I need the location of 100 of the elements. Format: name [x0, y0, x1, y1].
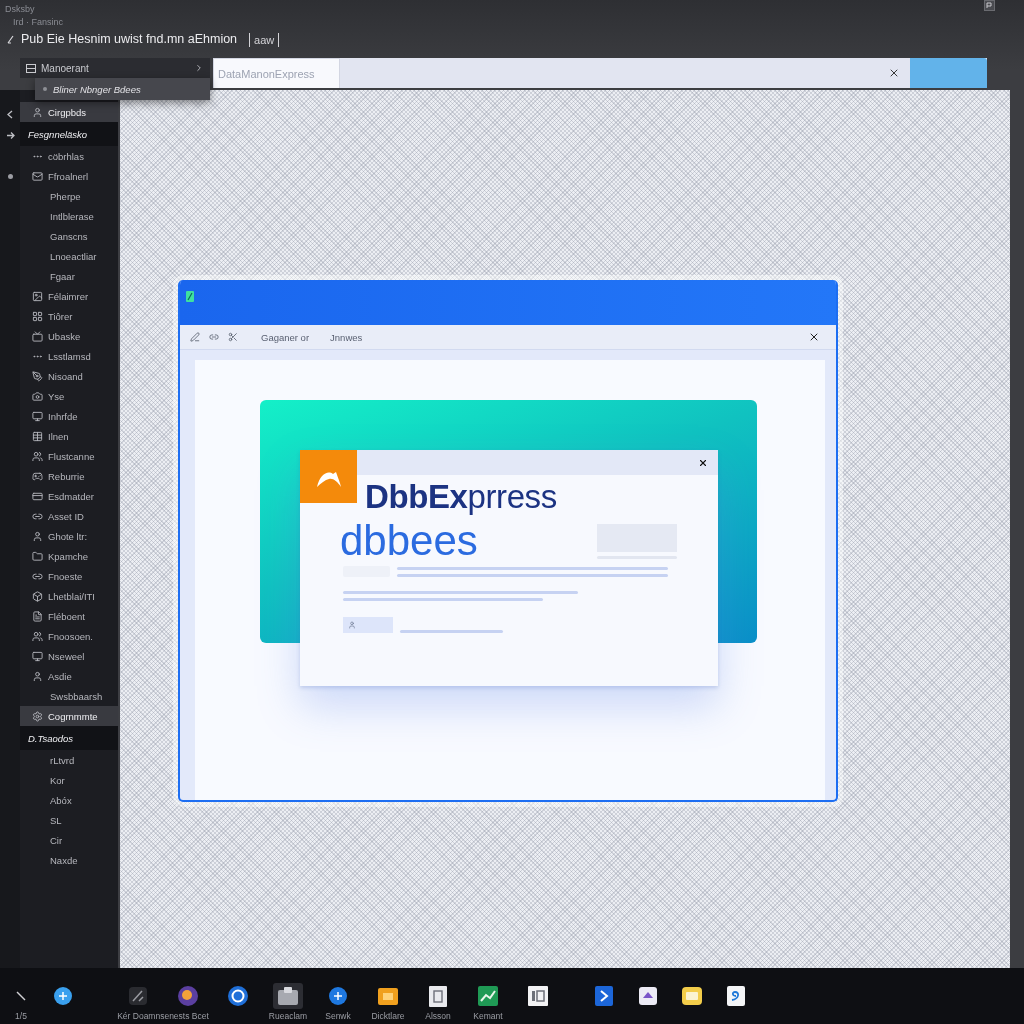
- taskbar-label: Kemant: [473, 1010, 503, 1022]
- path-text: Ird · Fansinc: [12, 17, 64, 28]
- box-icon: [32, 590, 43, 602]
- sidebar-item[interactable]: Nseweel: [20, 646, 118, 666]
- sidebar-item[interactable]: cöbrhlas: [20, 146, 118, 166]
- list-icon: [26, 63, 36, 73]
- sidebar-item[interactable]: Flustcanne: [20, 446, 118, 466]
- sidebar-item[interactable]: Ffroalnerl: [20, 166, 118, 186]
- chevron-right-icon: [194, 63, 204, 73]
- gamepad-icon: [32, 470, 43, 482]
- sidebar-item[interactable]: Lhetblai/ITI: [20, 586, 118, 606]
- dot-icon: [43, 87, 47, 91]
- product-subtitle: dbbees: [340, 518, 478, 564]
- image-icon: [32, 290, 43, 302]
- sidebar-item[interactable]: Lnoeactliar: [20, 246, 118, 266]
- settings-icon: [32, 710, 43, 722]
- camera-icon: [32, 390, 43, 402]
- ring-icon: [228, 986, 248, 1006]
- sidebar-item[interactable]: Yse: [20, 386, 118, 406]
- tile-icon: [727, 986, 745, 1006]
- pen-icon: [7, 35, 15, 44]
- folder-icon: [32, 550, 43, 562]
- chevron-left-icon[interactable]: [5, 110, 15, 119]
- title-badge: aaw: [249, 32, 280, 47]
- sidebar-item[interactable]: Esdmatder: [20, 486, 118, 506]
- close-icon: [808, 331, 820, 343]
- table-icon: [32, 430, 43, 442]
- sidebar-item[interactable]: Cir: [20, 830, 118, 850]
- sidebar-item[interactable]: Cogrnmmte: [20, 706, 118, 726]
- sidebar-item[interactable]: Abóx: [20, 790, 118, 810]
- app-icon: [186, 291, 194, 302]
- taskbar-label: Alsson: [425, 1010, 451, 1022]
- sidebar-item[interactable]: Kor: [20, 770, 118, 790]
- sidebar-heading: Fesgnneläsko: [20, 122, 118, 146]
- taskbar-label: 1/5: [15, 1010, 27, 1022]
- sidebar-item[interactable]: Fléboent: [20, 606, 118, 626]
- user-icon: [32, 670, 43, 682]
- product-title: DbbExprress: [365, 478, 558, 516]
- dot-icon: [5, 172, 15, 181]
- sidebar-item[interactable]: Pherpe: [20, 186, 118, 206]
- sidebar-heading: D.Tsaodos: [20, 726, 118, 750]
- grid-icon: [32, 310, 43, 322]
- slash-icon: [16, 991, 26, 1001]
- tile-icon: [639, 987, 657, 1005]
- orb-icon: [178, 986, 198, 1006]
- sidebar-item[interactable]: Fnoeste: [20, 566, 118, 586]
- document-icon: [429, 985, 447, 1007]
- sidebar-item[interactable]: Ghote ltr:: [20, 526, 118, 546]
- chart-icon: [478, 986, 498, 1006]
- input-field[interactable]: [343, 617, 393, 633]
- tv-icon: [32, 330, 43, 342]
- toolbar-button[interactable]: [226, 330, 240, 344]
- menu-item[interactable]: Gaganer or: [257, 331, 314, 343]
- sidebar-item[interactable]: Fnoosoen.: [20, 626, 118, 646]
- sidebar-item[interactable]: Ganscns: [20, 226, 118, 246]
- monitor-icon: [32, 410, 43, 422]
- sidebar-item[interactable]: Swsbbaarsh: [20, 686, 118, 706]
- pen-icon: [129, 987, 147, 1005]
- window-title: Pub Eie Hesnim uwist fnd.mn aEhmion: [21, 32, 238, 47]
- card-icon: [32, 490, 43, 502]
- folder-icon: [378, 987, 398, 1005]
- mail-icon: [32, 170, 43, 182]
- sidebar-item[interactable]: Asdie: [20, 666, 118, 686]
- sidebar-item[interactable]: Lsstlamsd: [20, 346, 118, 366]
- taskbar-label: Dicktlare: [371, 1010, 405, 1022]
- sidebar-item[interactable]: Kpamche: [20, 546, 118, 566]
- sidebar-item[interactable]: SL: [20, 810, 118, 830]
- menu-item[interactable]: Manoerant: [20, 58, 210, 78]
- sidebar-item[interactable]: Félaimrer: [20, 286, 118, 306]
- breadcrumb-text: Dsksby: [5, 4, 36, 15]
- sidebar-item[interactable]: Intlblerase: [20, 206, 118, 226]
- sidebar-item[interactable]: rLtvrd: [20, 750, 118, 770]
- menu-item[interactable]: Jnnwes: [326, 331, 367, 343]
- users-icon: [32, 450, 43, 462]
- taskbar-button[interactable]: [273, 983, 303, 1009]
- sidebar-item[interactable]: Fgaar: [20, 266, 118, 286]
- taskbar-label: Kér Doamnsenests Bcet: [117, 1010, 209, 1022]
- link-icon: [209, 332, 219, 342]
- document-icon: [32, 610, 43, 622]
- pen-icon: [190, 332, 200, 342]
- sidebar-item[interactable]: Naxde: [20, 850, 118, 870]
- circle-icon: [54, 987, 72, 1005]
- user-icon: [32, 106, 43, 118]
- close-icon: [888, 67, 900, 79]
- sidebar-item[interactable]: Asset ID: [20, 506, 118, 526]
- tile-icon: [682, 987, 702, 1005]
- window-icon[interactable]: [984, 0, 995, 11]
- sidebar-item[interactable]: Ubaske: [20, 326, 118, 346]
- submenu-item[interactable]: Bliner Nbnger Bdees: [35, 78, 210, 100]
- user-icon: [348, 621, 356, 629]
- sidebar-item[interactable]: Cirgpbds: [20, 102, 118, 122]
- taskbar-label: Senwk: [325, 1010, 351, 1022]
- sidebar-item[interactable]: Reburrie: [20, 466, 118, 486]
- arrow-right-icon[interactable]: [5, 131, 15, 140]
- sidebar-item[interactable]: Inhrfde: [20, 406, 118, 426]
- sidebar-item[interactable]: Nisoand: [20, 366, 118, 386]
- circle-icon: [329, 987, 347, 1005]
- sidebar-item[interactable]: Tiôrer: [20, 306, 118, 326]
- sidebar-item[interactable]: Ilnen: [20, 426, 118, 446]
- document-icon: [528, 986, 548, 1006]
